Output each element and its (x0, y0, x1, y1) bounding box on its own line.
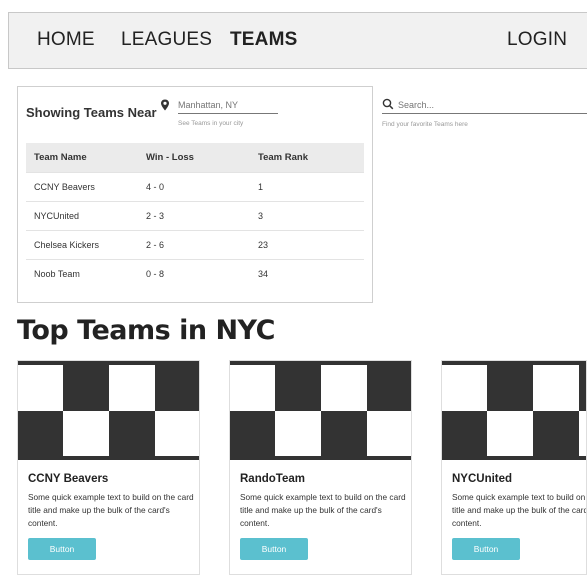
win-loss-cell: 2 - 6 (138, 230, 250, 260)
search-help-text: Find your favorite Teams here (382, 121, 468, 128)
win-loss-cell: 2 - 3 (138, 201, 250, 231)
checkerboard-image (18, 361, 199, 460)
checkerboard-image (230, 361, 411, 460)
nav-home-link[interactable]: HOME (37, 29, 95, 51)
card-button[interactable]: Button (240, 538, 308, 560)
win-loss-cell: 4 - 0 (138, 172, 250, 202)
nav-login-link[interactable]: LOGIN (507, 29, 567, 51)
card-text: Some quick example text to build on the … (28, 492, 194, 528)
card-button[interactable]: Button (28, 538, 96, 560)
team-name-cell: NYCUnited (26, 201, 138, 231)
teams-near-panel: Showing Teams Near See Teams in your cit… (17, 86, 373, 303)
team-name-cell: Noob Team (26, 259, 138, 288)
location-pin-icon (161, 99, 169, 111)
team-rank-cell: 34 (250, 259, 364, 288)
table-row[interactable]: Chelsea Kickers 2 - 6 23 (26, 230, 364, 260)
team-rank-cell: 3 (250, 201, 364, 231)
table-header-row: Team Name Win - Loss Team Rank (26, 143, 364, 173)
card-text: Some quick example text to build on the … (452, 492, 586, 528)
team-card: NYCUnited Some quick example text to bui… (441, 360, 587, 575)
col-team-name: Team Name (26, 143, 138, 173)
team-rank-cell: 23 (250, 230, 364, 260)
nav-leagues-link[interactable]: LEAGUES (121, 29, 212, 51)
col-team-rank: Team Rank (250, 143, 364, 173)
team-name-cell: Chelsea Kickers (26, 230, 138, 260)
card-title: RandoTeam (240, 473, 305, 485)
top-teams-heading: Top Teams in NYC (17, 315, 275, 346)
team-search-input[interactable] (382, 96, 587, 114)
card-text: Some quick example text to build on the … (240, 492, 406, 528)
card-title: NYCUnited (452, 473, 513, 485)
team-rank-cell: 1 (250, 172, 364, 202)
teams-table: Team Name Win - Loss Team Rank CCNY Beav… (26, 143, 364, 288)
team-name-cell: CCNY Beavers (26, 172, 138, 202)
search-icon (382, 98, 394, 110)
team-card: RandoTeam Some quick example text to bui… (229, 360, 412, 575)
col-win-loss: Win - Loss (138, 143, 250, 173)
teams-near-title: Showing Teams Near (26, 105, 157, 120)
table-row[interactable]: Noob Team 0 - 8 34 (26, 259, 364, 288)
card-title: CCNY Beavers (28, 473, 109, 485)
location-input[interactable] (178, 97, 278, 114)
table-row[interactable]: NYCUnited 2 - 3 3 (26, 201, 364, 231)
location-help-text: See Teams in your city (178, 120, 244, 127)
team-card: CCNY Beavers Some quick example text to … (17, 360, 200, 575)
checkerboard-image (442, 361, 586, 460)
card-button[interactable]: Button (452, 538, 520, 560)
table-row[interactable]: CCNY Beavers 4 - 0 1 (26, 172, 364, 202)
nav-teams-link[interactable]: TEAMS (230, 29, 298, 51)
top-navbar: HOME LEAGUES TEAMS LOGIN (8, 12, 587, 69)
win-loss-cell: 0 - 8 (138, 259, 250, 288)
